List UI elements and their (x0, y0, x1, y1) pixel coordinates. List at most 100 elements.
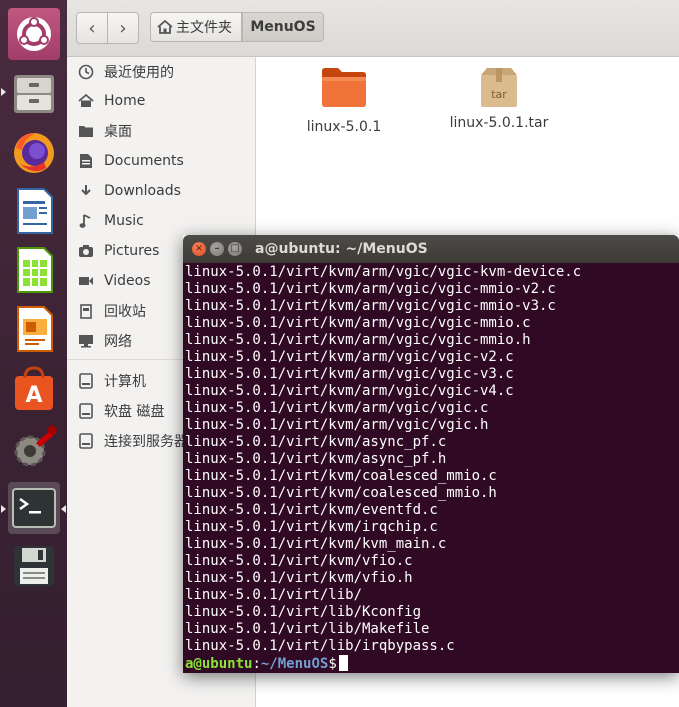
sidebar-item-label: Music (104, 213, 144, 229)
terminal-line: linux-5.0.1/virt/kvm/vfio.h (185, 570, 413, 586)
sidebar-item-label: Pictures (104, 243, 160, 259)
minimize-icon: – (214, 243, 220, 254)
breadcrumb-home-label: 主文件夹 (176, 20, 232, 36)
sidebar-item-label: Downloads (104, 183, 181, 199)
file-item[interactable]: linux-5.0.1 (284, 65, 404, 135)
floppy-save-icon[interactable] (8, 540, 60, 592)
calc-icon[interactable] (8, 244, 60, 296)
forward-button[interactable]: › (107, 12, 139, 44)
terminal-line: linux-5.0.1/virt/kvm/coalesced_mmio.h (185, 485, 497, 501)
file-name: linux-5.0.1 (306, 119, 382, 135)
floppy-icon (77, 402, 95, 420)
sidebar-item-downloads[interactable]: Downloads (77, 179, 181, 203)
sidebar-item-label: 计算机 (104, 374, 146, 390)
terminal-line: linux-5.0.1/virt/kvm/arm/vgic/vgic-mmio.… (185, 332, 531, 348)
sidebar-item-documents[interactable]: Documents (77, 149, 184, 173)
video-icon (77, 272, 95, 290)
chevron-right-icon: › (119, 17, 127, 39)
maximize-icon: □ (230, 243, 240, 254)
terminal-line: linux-5.0.1/virt/lib/ (185, 587, 363, 603)
sidebar-item-desktop[interactable]: 桌面 (77, 119, 132, 143)
terminal-line: linux-5.0.1/virt/lib/irqbypass.c (185, 638, 455, 654)
maximize-button[interactable]: □ (228, 242, 242, 256)
terminal-line: linux-5.0.1/virt/kvm/async_pf.h (185, 451, 447, 467)
tar-badge: tar (491, 88, 507, 101)
breadcrumb-current[interactable]: MenuOS (242, 12, 324, 42)
sidebar-item-label: 回收站 (104, 304, 146, 320)
sidebar-item-network[interactable]: 网络 (77, 329, 132, 353)
file-item[interactable]: tar linux-5.0.1.tar (439, 65, 559, 131)
terminal-line: linux-5.0.1/virt/kvm/arm/vgic/vgic.c (185, 400, 489, 416)
back-button[interactable]: ‹ (76, 12, 108, 44)
terminal-line: linux-5.0.1/virt/kvm/kvm_main.c (185, 536, 447, 552)
sidebar-item-label: 软盘 磁盘 (104, 404, 165, 420)
close-icon: × (194, 243, 204, 254)
writer-icon[interactable] (8, 185, 60, 237)
files-icon[interactable] (8, 67, 60, 119)
sidebar-item-computer[interactable]: 计算机 (77, 369, 146, 393)
terminal-titlebar[interactable]: × – □ a@ubuntu: ~/MenuOS (183, 235, 679, 263)
svg-text:A: A (25, 383, 42, 408)
terminal-line: linux-5.0.1/virt/kvm/arm/vgic/vgic-kvm-d… (185, 264, 582, 280)
tar-archive-icon: tar (477, 65, 521, 109)
terminal-icon[interactable] (8, 482, 60, 534)
sidebar-item-music[interactable]: Music (77, 209, 144, 233)
terminal-line: linux-5.0.1/virt/kvm/arm/vgic/vgic-v2.c (185, 349, 514, 365)
sidebar-item-home[interactable]: Home (77, 89, 145, 113)
camera-icon (77, 242, 95, 260)
close-button[interactable]: × (192, 242, 206, 256)
system-settings-icon[interactable] (8, 421, 60, 473)
prompt-user: a@ubuntu (185, 656, 253, 672)
breadcrumb-home[interactable]: 主文件夹 (150, 12, 242, 42)
running-indicator (1, 88, 6, 96)
terminal-line: linux-5.0.1/virt/kvm/arm/vgic/vgic-mmio-… (185, 298, 556, 314)
sidebar-item-label: 连接到服务器 (104, 434, 188, 450)
terminal-line: linux-5.0.1/virt/kvm/coalesced_mmio.c (185, 468, 497, 484)
sidebar-item-recent[interactable]: 最近使用的 (77, 60, 174, 84)
trash-icon (77, 302, 95, 320)
sidebar-item-pictures[interactable]: Pictures (77, 239, 159, 263)
prompt-symbol: $ (328, 656, 337, 672)
sidebar-item-label: 最近使用的 (104, 65, 174, 81)
prompt-separator: : (252, 656, 261, 672)
breadcrumb-current-label: MenuOS (250, 19, 316, 35)
sidebar-item-connect-server[interactable]: 连接到服务器 (77, 429, 188, 453)
ubuntu-dash-icon[interactable] (8, 8, 60, 60)
sidebar-item-videos[interactable]: Videos (77, 269, 151, 293)
active-indicator (61, 505, 66, 513)
terminal-line: linux-5.0.1/virt/kvm/eventfd.c (185, 502, 438, 518)
launcher: A (0, 0, 68, 707)
drive-icon (77, 372, 95, 390)
prompt-path: ~/MenuOS (260, 656, 329, 672)
home-icon (157, 19, 173, 35)
text-cursor (338, 655, 348, 671)
file-name: linux-5.0.1.tar (449, 115, 549, 131)
sidebar-item-label: Documents (104, 153, 184, 169)
clock-icon (77, 63, 95, 81)
terminal-line: linux-5.0.1/virt/lib/Makefile (185, 621, 430, 637)
network-icon (77, 332, 95, 350)
firefox-icon[interactable] (8, 126, 60, 178)
software-center-icon[interactable]: A (8, 362, 60, 414)
minimize-button[interactable]: – (210, 242, 224, 256)
folder-icon (77, 122, 95, 140)
terminal-output[interactable]: linux-5.0.1/virt/kvm/arm/vgic/vgic-kvm-d… (183, 263, 679, 673)
file-manager-toolbar: ‹ › 主文件夹 MenuOS (67, 0, 679, 57)
terminal-line: linux-5.0.1/virt/kvm/arm/vgic/vgic-mmio-… (185, 281, 556, 297)
terminal-lines: linux-5.0.1/virt/kvm/arm/vgic/vgic-kvm-d… (185, 264, 679, 655)
terminal-line: linux-5.0.1/virt/kvm/arm/vgic/vgic-v3.c (185, 366, 514, 382)
sidebar-item-floppy[interactable]: 软盘 磁盘 (77, 399, 164, 423)
terminal-line: linux-5.0.1/virt/kvm/async_pf.c (185, 434, 447, 450)
music-icon (77, 212, 95, 230)
impress-icon[interactable] (8, 303, 60, 355)
terminal-line: linux-5.0.1/virt/lib/Kconfig (185, 604, 422, 620)
sidebar-item-label: Videos (104, 273, 151, 289)
terminal-title: a@ubuntu: ~/MenuOS (255, 241, 428, 257)
document-icon (77, 152, 95, 170)
chevron-left-icon: ‹ (88, 17, 96, 39)
terminal-prompt[interactable]: a@ubuntu:~/MenuOS$ (185, 655, 679, 672)
server-icon (77, 432, 95, 450)
terminal-window[interactable]: × – □ a@ubuntu: ~/MenuOS linux-5.0.1/vir… (183, 235, 679, 673)
sidebar-item-trash[interactable]: 回收站 (77, 299, 146, 323)
terminal-line: linux-5.0.1/virt/kvm/arm/vgic/vgic-mmio.… (185, 315, 531, 331)
